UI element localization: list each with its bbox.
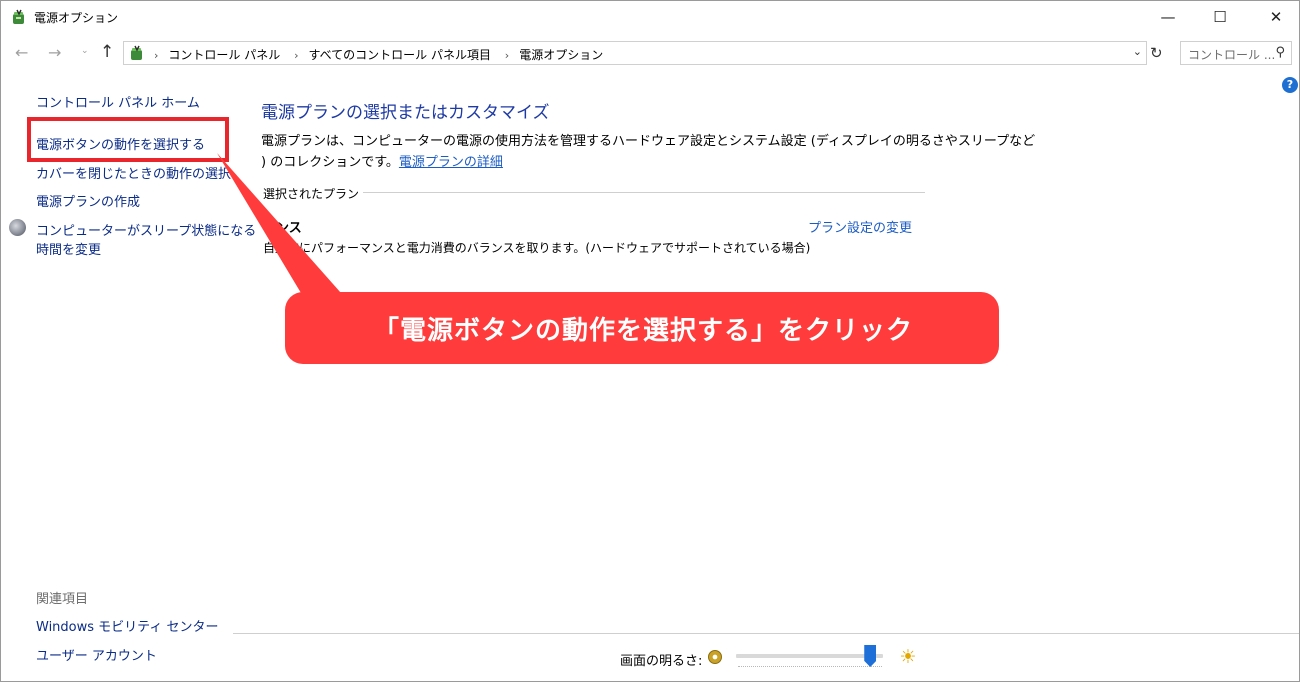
selected-plan-heading: 選択されたプラン bbox=[263, 187, 360, 201]
page-title: 電源プランの選択またはカスタマイズ bbox=[261, 103, 550, 123]
section-divider bbox=[363, 192, 925, 193]
brightness-slider-thumb[interactable] bbox=[864, 645, 877, 667]
forward-arrow-icon[interactable]: → bbox=[48, 43, 61, 62]
up-arrow-icon[interactable]: ↑ bbox=[100, 42, 114, 62]
brightness-slider-ticks bbox=[738, 666, 882, 668]
help-icon[interactable]: ? bbox=[1282, 77, 1298, 93]
bottom-divider bbox=[233, 633, 1299, 634]
power-options-icon bbox=[13, 9, 24, 24]
sidebar-control-panel-home[interactable]: コントロール パネル ホーム bbox=[36, 92, 200, 111]
breadcrumb-control-panel[interactable]: コントロール パネル bbox=[168, 48, 280, 62]
back-arrow-icon[interactable]: ← bbox=[15, 43, 28, 62]
sidebar-item-lid-close-action[interactable]: カバーを閉じたときの動作の選択 bbox=[36, 163, 231, 182]
description-line1: 電源プランは、コンピューターの電源の使用方法を管理するハードウェア設定とシステム… bbox=[261, 134, 1036, 149]
dim-brightness-icon bbox=[708, 650, 722, 664]
highlight-box bbox=[27, 117, 229, 162]
title-bar: 電源オプション — ☐ ✕ bbox=[1, 1, 1299, 33]
description-text: ) のコレクションです。 bbox=[261, 155, 399, 170]
sidebar-item-mobility-center[interactable]: Windows モビリティ センター bbox=[36, 616, 219, 635]
moon-icon bbox=[9, 219, 26, 236]
power-options-window: 電源オプション — ☐ ✕ ← → ⌄ ↑ › コントロール パネル › すべてのコ… bbox=[0, 0, 1300, 682]
plan-name: ランス bbox=[263, 221, 302, 236]
sidebar-item-sleep-time-line2[interactable]: 時間を変更 bbox=[36, 239, 101, 258]
search-icon[interactable]: ⚲ bbox=[1275, 45, 1285, 60]
plan-description: 自動的にパフォーマンスと電力消費のバランスを取ります。(ハードウェアでサポートさ… bbox=[263, 241, 811, 255]
refresh-icon[interactable]: ↻ bbox=[1150, 44, 1163, 62]
sidebar-item-user-accounts[interactable]: ユーザー アカウント bbox=[36, 645, 157, 664]
related-items-heading: 関連項目 bbox=[36, 592, 89, 607]
recent-locations-chevron-icon[interactable]: ⌄ bbox=[81, 46, 89, 56]
breadcrumb-separator-icon: › bbox=[154, 49, 159, 62]
change-plan-settings-link[interactable]: プラン設定の変更 bbox=[808, 217, 912, 236]
sun-icon: ☀ bbox=[899, 646, 917, 668]
power-plan-details-link[interactable]: 電源プランの詳細 bbox=[399, 155, 503, 170]
breadcrumb-all-items[interactable]: すべてのコントロール パネル項目 bbox=[308, 48, 491, 62]
brightness-label: 画面の明るさ: bbox=[620, 654, 703, 669]
breadcrumb-separator-icon: › bbox=[294, 49, 299, 62]
close-button[interactable]: ✕ bbox=[1253, 1, 1299, 33]
description-line2: ) のコレクションです。電源プランの詳細 bbox=[261, 151, 503, 170]
address-dropdown-chevron-icon[interactable]: ⌄ bbox=[1133, 45, 1142, 58]
window-title: 電源オプション bbox=[34, 11, 119, 25]
minimize-button[interactable]: — bbox=[1145, 1, 1191, 33]
brightness-slider-track[interactable] bbox=[736, 654, 883, 658]
address-bar[interactable]: › コントロール パネル › すべてのコントロール パネル項目 › 電源オプション ⌄ bbox=[123, 41, 1147, 65]
breadcrumb: › コントロール パネル › すべてのコントロール パネル項目 › 電源オプション bbox=[150, 46, 603, 63]
control-panel-icon bbox=[131, 45, 142, 60]
maximize-button[interactable]: ☐ bbox=[1197, 1, 1243, 33]
callout-text: 「電源ボタンの動作を選択する」をクリック bbox=[372, 315, 913, 346]
search-placeholder: コントロール ... bbox=[1188, 48, 1276, 62]
search-input[interactable]: コントロール ... ⚲ bbox=[1180, 41, 1292, 65]
breadcrumb-power-options[interactable]: 電源オプション bbox=[519, 48, 603, 62]
breadcrumb-separator-icon: › bbox=[504, 49, 510, 62]
address-toolbar: ← → ⌄ ↑ › コントロール パネル › すべてのコントロール パネル項目 › 電… bbox=[1, 37, 1299, 69]
sidebar-item-sleep-time-line1[interactable]: コンピューターがスリープ状態になる bbox=[36, 220, 256, 239]
sidebar-item-create-plan[interactable]: 電源プランの作成 bbox=[36, 191, 140, 210]
